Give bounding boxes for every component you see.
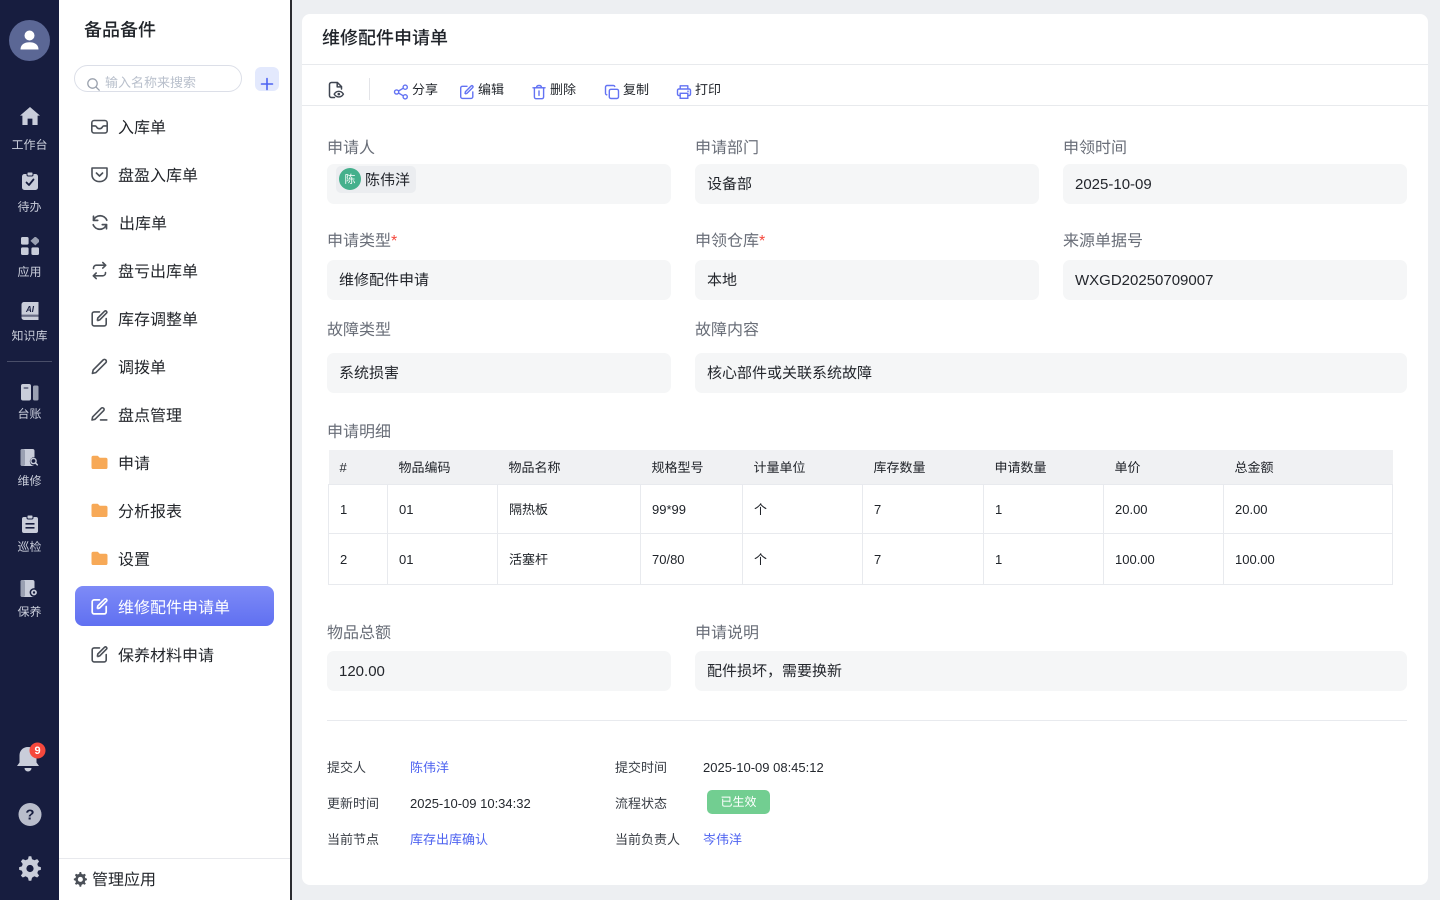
svg-text:?: ? bbox=[25, 807, 34, 824]
svg-text:9: 9 bbox=[34, 745, 40, 757]
svg-text:AI: AI bbox=[25, 305, 35, 314]
svg-text:陈: 陈 bbox=[345, 171, 356, 187]
